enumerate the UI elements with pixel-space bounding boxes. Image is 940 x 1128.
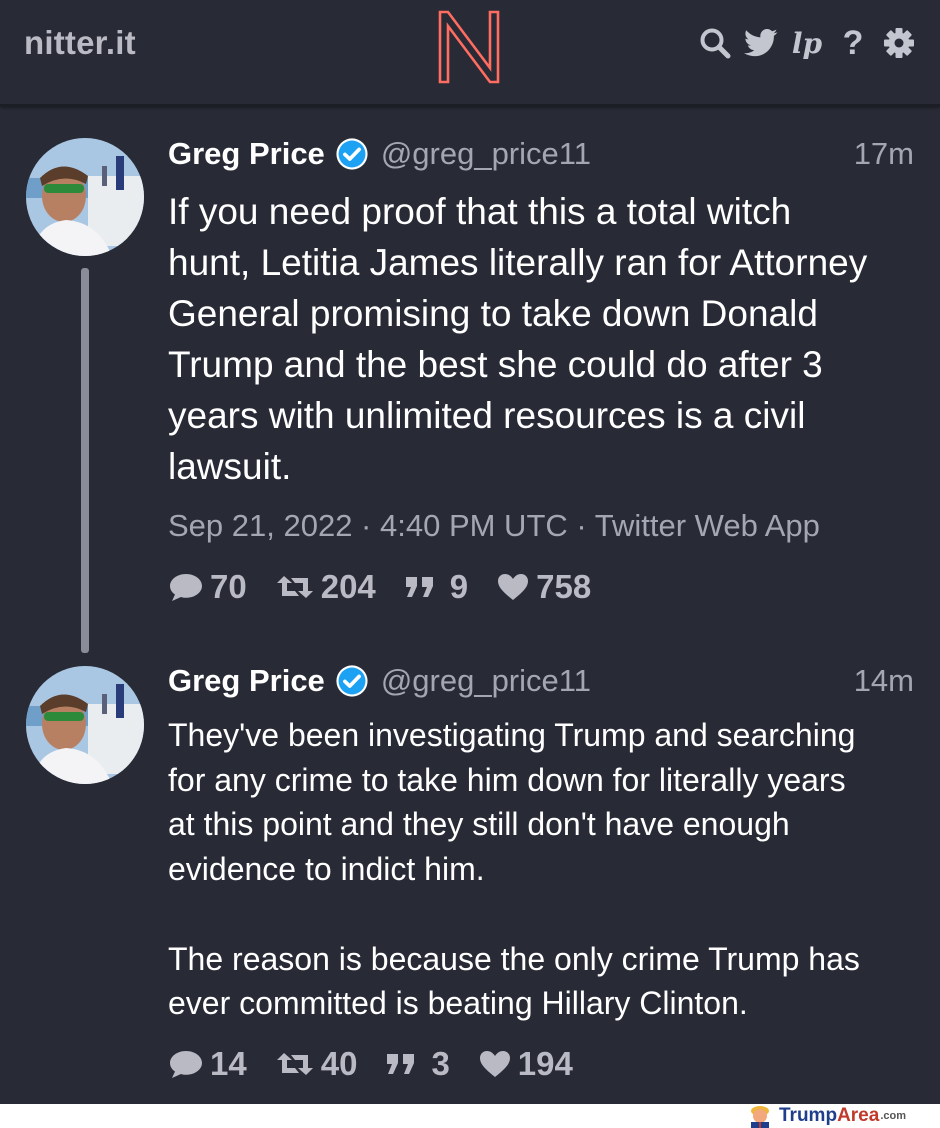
stat-quotes[interactable]: 9 — [404, 568, 468, 606]
retweet-icon — [276, 576, 313, 598]
quotes-count: 3 — [431, 1045, 450, 1082]
heart-icon — [498, 574, 529, 600]
nav-icons: lp ? — [698, 23, 916, 62]
navbar: nitter.it lp ? — [0, 0, 940, 106]
search-icon[interactable] — [698, 26, 732, 60]
retweets-count: 40 — [320, 1045, 358, 1082]
watermark-domain: .com — [880, 1110, 906, 1122]
replies-count: 14 — [210, 1045, 247, 1082]
liberapay-icon[interactable]: lp — [790, 26, 824, 60]
verified-badge-icon — [336, 138, 368, 170]
avatar[interactable] — [26, 666, 144, 784]
watermark: TrumpArea .com — [747, 1104, 906, 1128]
retweet-icon — [276, 1053, 313, 1075]
tweet-username[interactable]: @greg_price11 — [381, 136, 591, 172]
tweet-stats: 70 204 9 758 — [168, 567, 619, 607]
heart-icon — [479, 1051, 510, 1077]
stat-quotes[interactable]: 3 — [385, 1045, 450, 1083]
tweet-fullname[interactable]: Greg Price — [168, 136, 325, 172]
quote-icon — [387, 1054, 415, 1074]
tweet-header: Greg Price @greg_price11 17m — [168, 132, 914, 176]
stat-retweets[interactable]: 204 — [275, 568, 376, 606]
thread-line — [81, 268, 89, 653]
trump-face-icon — [751, 1106, 769, 1128]
gear-icon[interactable] — [882, 26, 916, 60]
nitter-logo[interactable] — [432, 4, 506, 86]
comment-icon — [170, 574, 202, 601]
comment-icon — [170, 1051, 202, 1078]
nitter-logo-icon — [438, 10, 500, 84]
tweet-date[interactable]: 14m — [854, 663, 914, 699]
liberapay-label: lp — [791, 26, 823, 60]
verified-badge-icon — [336, 665, 368, 697]
quotes-count: 9 — [449, 568, 469, 605]
avatar[interactable] — [26, 138, 144, 256]
twitter-bird-icon[interactable] — [744, 26, 778, 60]
replies-count: 70 — [210, 568, 247, 605]
watermark-footer: TrumpArea .com — [0, 1104, 940, 1128]
stat-replies[interactable]: 14 — [168, 1045, 247, 1083]
tweet-header: Greg Price @greg_price11 14m — [168, 659, 914, 703]
stat-replies[interactable]: 70 — [168, 568, 247, 606]
tweet-published: Sep 21, 2022 · 4:40 PM UTC · Twitter Web… — [168, 508, 820, 543]
help-label: ? — [842, 23, 864, 62]
tweet-content: They've been investigating Trump and sea… — [168, 717, 860, 1022]
help-icon[interactable]: ? — [836, 23, 870, 62]
stat-likes[interactable]: 194 — [478, 1045, 573, 1083]
tweet-fullname[interactable]: Greg Price — [168, 663, 325, 699]
stat-likes[interactable]: 758 — [496, 568, 591, 606]
tweet-stats: 14 40 3 194 — [168, 1044, 601, 1084]
tweet-date[interactable]: 17m — [854, 136, 914, 172]
tweet-content: If you need proof that this a total witc… — [168, 191, 868, 487]
quote-icon — [405, 577, 433, 597]
stat-retweets[interactable]: 40 — [275, 1045, 358, 1083]
likes-count: 194 — [517, 1045, 573, 1082]
watermark-text: TrumpArea — [779, 1105, 880, 1126]
tweet-username[interactable]: @greg_price11 — [381, 663, 591, 699]
likes-count: 758 — [536, 568, 592, 605]
retweets-count: 204 — [320, 568, 376, 605]
site-brand-link[interactable]: nitter.it — [24, 24, 136, 62]
nitter-app: nitter.it lp ? Greg Price @greg_price11 … — [0, 0, 940, 1104]
